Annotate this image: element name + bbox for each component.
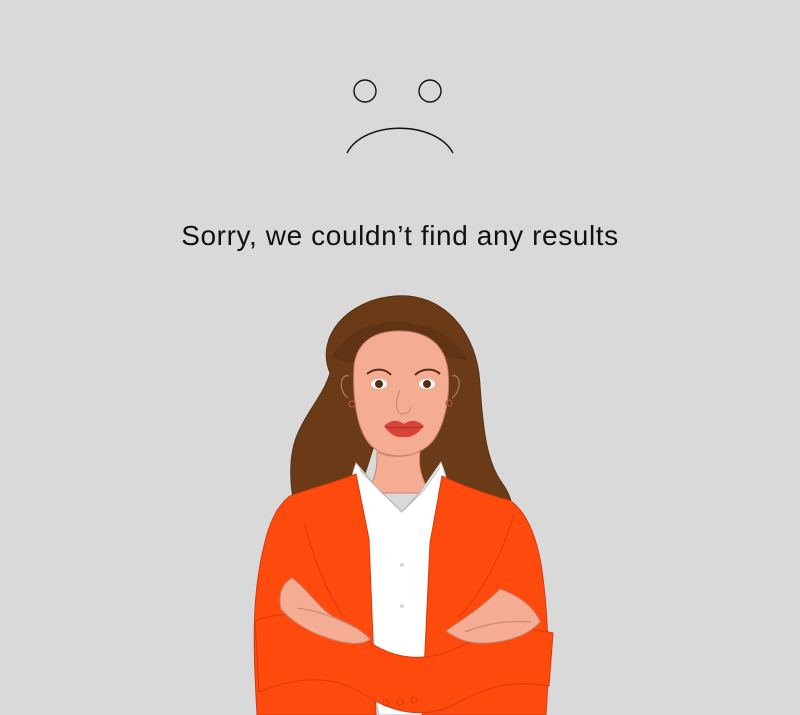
sad-face-right-eye — [418, 79, 442, 103]
sad-face-left-eye — [353, 79, 377, 103]
sad-face-mouth — [346, 127, 454, 154]
woman-arms-crossed-illustration — [253, 295, 554, 715]
sad-face-icon — [346, 79, 454, 154]
empty-results-screen: Sorry, we couldn’t find any results — [0, 0, 800, 715]
no-results-message: Sorry, we couldn’t find any results — [181, 220, 619, 251]
